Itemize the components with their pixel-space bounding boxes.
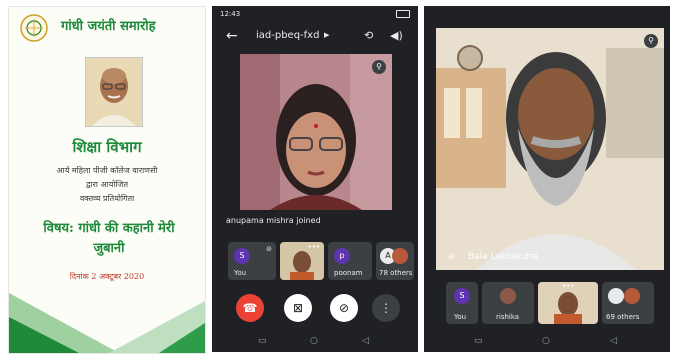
pin-icon[interactable]: ⚲	[644, 34, 658, 48]
mic-off-icon: ⊘	[266, 245, 272, 253]
tablet-meet-screen: ⚲ ⊘ Bala Lakhendra S You rishika ••• 69 …	[424, 6, 670, 352]
status-time: 12:43	[220, 10, 241, 18]
department-heading: शिक्षा विभाग	[72, 138, 142, 156]
pin-icon[interactable]: ⚲	[372, 60, 386, 74]
mic-off-button[interactable]: ⊘	[330, 294, 358, 322]
meeting-code[interactable]: iad-pbeq-fxd	[256, 30, 319, 41]
more-dots-icon[interactable]: •••	[308, 243, 320, 251]
college-emblem-icon	[20, 14, 48, 42]
avatar: p	[334, 248, 350, 264]
status-bar: 12:43	[212, 6, 418, 22]
more-dots-icon[interactable]: •••	[562, 282, 574, 290]
recents-icon[interactable]: ▭	[258, 336, 267, 346]
end-call-icon[interactable]: ☎	[236, 294, 264, 322]
avatar: S	[454, 288, 470, 304]
participant-tile-you[interactable]: S You	[446, 282, 478, 324]
subject-line-2: जुबानी	[93, 241, 125, 256]
android-nav-bar: ▭ ○ ◁	[212, 336, 418, 350]
organized-by: द्वारा आयोजित	[85, 180, 128, 189]
competition-name: वक्तव्य प्रतियोगिता	[79, 194, 135, 203]
android-nav-bar: ▭ ○ ◁	[424, 336, 670, 350]
participant-tile-rishika[interactable]: rishika	[482, 282, 534, 324]
joined-notification: anupama mishra joined	[226, 216, 321, 225]
back-icon[interactable]: ◁	[362, 336, 369, 346]
avatar-photo	[624, 288, 640, 304]
speaker-video-feed: ⚲	[436, 28, 664, 270]
camera-switch-icon[interactable]: ⟲	[364, 29, 373, 42]
participant-label: 69 others	[606, 313, 640, 321]
participant-label: poonam	[334, 269, 363, 277]
event-poster: गांधी जयंती समारोह शिक्षा विभाग आर्य महि…	[8, 6, 206, 354]
participant-label: You	[454, 313, 467, 321]
recents-icon[interactable]: ▭	[474, 336, 483, 346]
participant-label: You	[234, 269, 247, 277]
gandhi-portrait	[85, 57, 143, 127]
participant-tile-others[interactable]: A 78 others	[376, 242, 414, 280]
meet-top-bar: ← iad-pbeq-fxd ▶ ⟲ ◀)	[212, 24, 418, 50]
poster-date: दिनांक 2 अक्टूबर 2020	[69, 272, 145, 281]
participant-label: rishika	[496, 313, 520, 321]
back-arrow-icon[interactable]: ←	[226, 28, 238, 44]
subject-line-1: विषय: गांधी की कहानी मेरी	[43, 221, 175, 236]
participant-tile-video[interactable]: •••	[280, 242, 324, 280]
college-name: आर्य महिला पीजी कॉलेज वाराणसी	[56, 166, 158, 175]
participant-tile-you[interactable]: S You ⊘	[228, 242, 276, 280]
camera-off-icon[interactable]: ⊠	[284, 294, 312, 322]
avatar-photo	[500, 288, 516, 304]
participant-tile-others[interactable]: 69 others	[602, 282, 654, 324]
speaker-name: Bala Lakhendra	[468, 252, 539, 262]
decorative-triangles	[9, 293, 205, 353]
more-vert-icon[interactable]: ⋮	[372, 294, 400, 322]
participant-tile-video[interactable]: •••	[538, 282, 598, 324]
caret-right-icon[interactable]: ▶	[324, 31, 329, 39]
participant-tile-poonam[interactable]: p poonam	[328, 242, 372, 280]
poster-title: गांधी जयंती समारोह	[61, 19, 156, 34]
participant-label: 78 others	[379, 269, 413, 277]
poster-subject: विषय: गांधी की कहानी मेरी जुबानी	[23, 219, 195, 259]
back-icon[interactable]: ◁	[610, 336, 617, 346]
home-icon[interactable]: ○	[542, 336, 550, 346]
home-icon[interactable]: ○	[310, 336, 318, 346]
speaker-icon[interactable]: ◀)	[390, 29, 403, 42]
avatar-photo	[608, 288, 624, 304]
mic-off-icon: ⊘	[448, 252, 455, 261]
battery-icon	[396, 10, 410, 18]
main-video-feed: ⚲	[240, 54, 392, 210]
avatar: S	[234, 248, 250, 264]
avatar-photo	[392, 248, 408, 264]
phone-meet-screen: 12:43 ← iad-pbeq-fxd ▶ ⟲ ◀) ⚲ anupama mi…	[212, 6, 418, 352]
